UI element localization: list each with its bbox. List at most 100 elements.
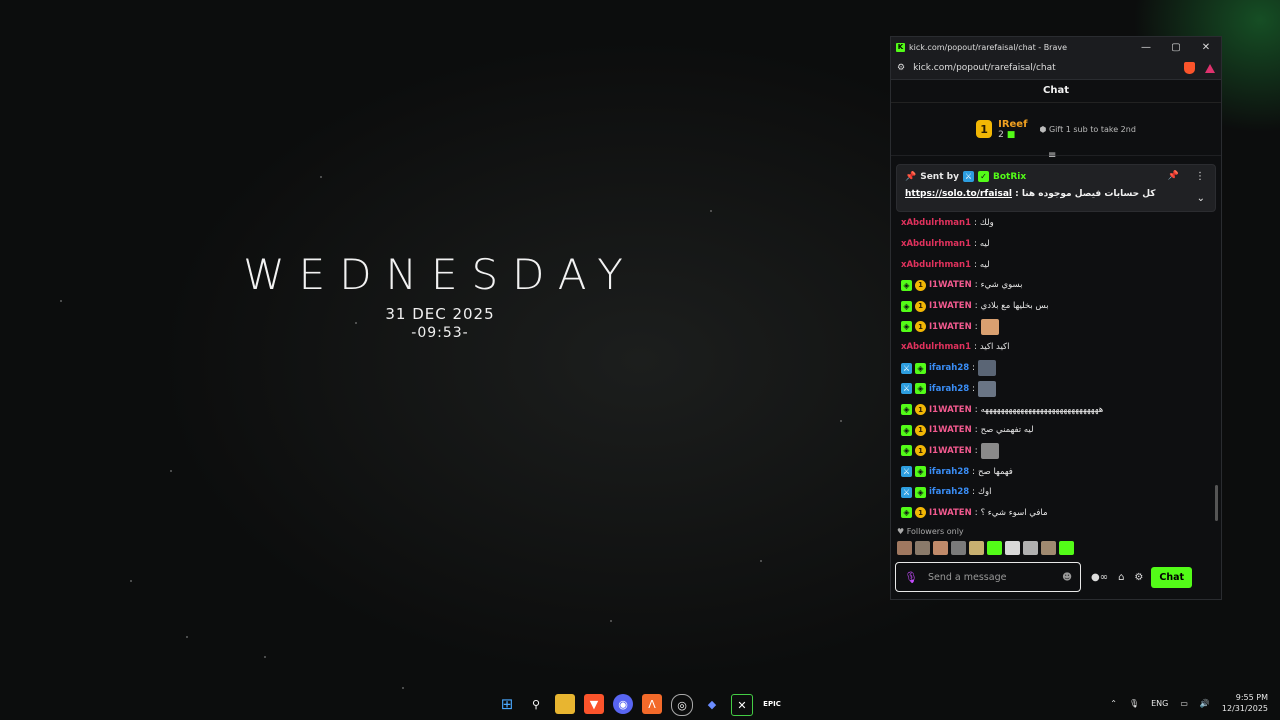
minimize-button[interactable]: —: [1131, 42, 1161, 53]
quick-emote[interactable]: [951, 541, 966, 555]
collapse-icon[interactable]: ≡: [1048, 150, 1056, 161]
discord-icon[interactable]: ◉: [613, 694, 633, 714]
og-badge-icon: ◈: [915, 466, 926, 478]
separator: :: [974, 321, 978, 332]
quick-emote[interactable]: [897, 541, 912, 555]
separator: :: [974, 507, 978, 518]
file-explorer-icon[interactable]: [555, 694, 575, 714]
chat-username[interactable]: ifarah28: [929, 363, 969, 373]
chat-message: ◈ 1 I1WATEN:: [891, 316, 1211, 337]
system-tray: ⌃ 🎙 ENG ▭ 🔊 9:55 PM 12/31/2025: [1110, 692, 1268, 714]
dust-speck: [60, 300, 62, 302]
quick-emote[interactable]: [1023, 541, 1038, 555]
quick-emote[interactable]: [915, 541, 930, 555]
chat-scrollbar[interactable]: [1215, 485, 1218, 521]
microphone-tray-icon[interactable]: 🎙: [1129, 699, 1139, 708]
microphone-icon[interactable]: 🎙: [904, 571, 918, 584]
message-input[interactable]: 🎙 Send a message ☻: [895, 562, 1081, 592]
pinned-link[interactable]: https://solo.to/rfaisal: [905, 189, 1012, 199]
og-badge-icon: ◈: [915, 362, 926, 374]
settings-icon[interactable]: ⚙: [1134, 572, 1143, 583]
store-icon[interactable]: ⌂: [1118, 572, 1124, 583]
taskbar-clock[interactable]: 9:55 PM 12/31/2025: [1222, 692, 1268, 714]
chat-username[interactable]: I1WATEN: [929, 508, 972, 518]
chat-username[interactable]: I1WATEN: [929, 322, 972, 332]
gift-hint: ⬢ Gift 1 sub to take 2nd: [1039, 124, 1136, 134]
chat-message: ◈ 1 I1WATEN: ليه تفهمني صح: [891, 420, 1211, 441]
chat-username[interactable]: ifarah28: [929, 487, 969, 497]
chevron-down-icon[interactable]: ⌄: [1197, 193, 1205, 204]
chat-message: ⚔ ◈ ifarah28: اوك: [891, 482, 1211, 503]
brave-rewards-icon[interactable]: [1205, 63, 1215, 73]
chat-username[interactable]: I1WATEN: [929, 425, 972, 435]
chat-message: ◈ 1 I1WATEN: بس بخليها مع بلادي: [891, 296, 1211, 317]
maximize-button[interactable]: ▢: [1161, 42, 1191, 53]
leader-name[interactable]: IReef: [998, 119, 1027, 130]
more-options-icon[interactable]: ⋮: [1195, 171, 1205, 182]
chat-text: اوك: [978, 487, 992, 498]
chat-message: xAbdulrhman1: ليه: [891, 254, 1211, 275]
brave-shields-icon[interactable]: [1184, 62, 1195, 74]
separator: :: [972, 383, 976, 394]
obs-icon[interactable]: ◎: [671, 694, 693, 716]
epic-games-icon[interactable]: EPIC: [762, 694, 782, 714]
address-bar[interactable]: ⚙ kick.com/popout/rarefaisal/chat: [891, 57, 1221, 80]
quick-emote[interactable]: [1005, 541, 1020, 555]
chat-username[interactable]: xAbdulrhman1: [901, 342, 971, 352]
points-icon[interactable]: ●∞: [1091, 572, 1108, 583]
og-badge-icon: ◈: [901, 445, 912, 457]
chat-username[interactable]: I1WATEN: [929, 446, 972, 456]
chat-message: ⚔ ◈ ifarah28:: [891, 379, 1211, 400]
chat-username[interactable]: I1WATEN: [929, 280, 972, 290]
quick-emote[interactable]: [933, 541, 948, 555]
separator: :: [974, 342, 977, 353]
url-text[interactable]: kick.com/popout/rarefaisal/chat: [913, 63, 1184, 73]
chat-username[interactable]: I1WATEN: [929, 405, 972, 415]
og-badge-icon: ◈: [901, 424, 912, 436]
dust-speck: [710, 210, 712, 212]
sub-badge-icon: 1: [915, 321, 926, 333]
chat-username[interactable]: ifarah28: [929, 467, 969, 477]
chat-username[interactable]: ifarah28: [929, 384, 969, 394]
chat-text: مافي اسوء شيء ؟: [980, 507, 1048, 518]
dust-speck: [610, 620, 612, 622]
close-button[interactable]: ✕: [1191, 42, 1221, 53]
quick-emote[interactable]: [1059, 541, 1074, 555]
separator: :: [972, 466, 976, 477]
start-windows-icon[interactable]: ⊞: [497, 694, 517, 714]
quick-emote[interactable]: [969, 541, 984, 555]
dust-speck: [320, 176, 322, 178]
quick-emote[interactable]: [1041, 541, 1056, 555]
moderator-badge-icon: ⚔: [901, 362, 912, 374]
separator: :: [974, 239, 977, 250]
pinned-author[interactable]: BotRix: [993, 172, 1026, 182]
separator: :: [974, 259, 977, 270]
chat-username[interactable]: xAbdulrhman1: [901, 239, 971, 249]
network-icon[interactable]: ▭: [1180, 699, 1188, 708]
sub-badge-icon: 1: [915, 404, 926, 416]
chat-message: ◈ 1 I1WATEN: بسوي شيء: [891, 275, 1211, 296]
pinned-text: كل حسابات فيصل موجوده هنا :: [1012, 189, 1156, 199]
chat-username[interactable]: xAbdulrhman1: [901, 218, 971, 228]
unpin-icon[interactable]: 📌: [1168, 171, 1179, 181]
chat-username[interactable]: I1WATEN: [929, 301, 972, 311]
send-chat-button[interactable]: Chat: [1151, 566, 1193, 588]
vpn-icon[interactable]: ◆: [702, 694, 722, 714]
brave-browser-icon[interactable]: ▼: [584, 694, 604, 714]
app-icon[interactable]: Λ: [642, 694, 662, 714]
title-bar[interactable]: K kick.com/popout/rarefaisal/chat - Brav…: [891, 37, 1221, 57]
moderator-badge-icon: ⚔: [962, 171, 974, 182]
chat-message: xAbdulrhman1: ولك: [891, 213, 1211, 234]
chat-text: اكيد اكيد: [979, 342, 1010, 353]
chat-emote: [980, 442, 999, 459]
chat-username[interactable]: xAbdulrhman1: [901, 260, 971, 270]
terminal-icon[interactable]: ✕: [731, 694, 753, 716]
sub-badge-icon: 1: [915, 507, 926, 519]
language-indicator[interactable]: ENG: [1151, 699, 1168, 708]
quick-emote[interactable]: [987, 541, 1002, 555]
volume-icon[interactable]: 🔊: [1200, 699, 1210, 708]
emoji-icon[interactable]: ☻: [1062, 572, 1072, 583]
chevron-up-icon[interactable]: ⌃: [1110, 699, 1117, 708]
search-icon[interactable]: ⚲: [526, 694, 546, 714]
site-settings-icon[interactable]: ⚙: [897, 63, 905, 73]
